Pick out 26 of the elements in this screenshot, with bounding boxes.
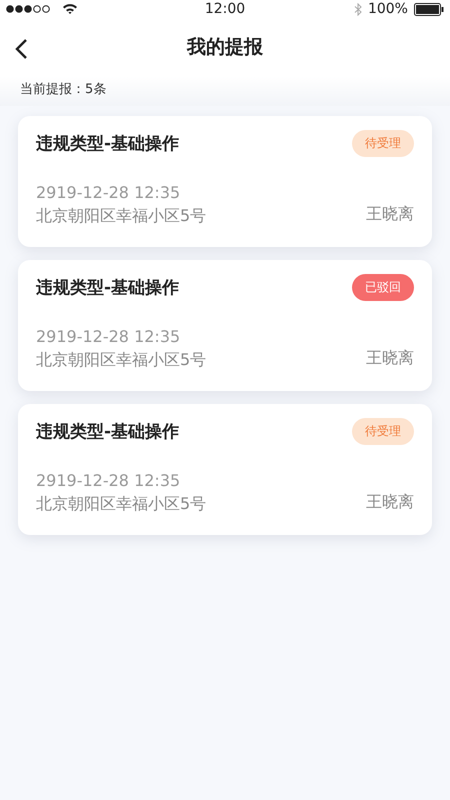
battery-percent: 100% xyxy=(368,1,408,17)
back-icon[interactable] xyxy=(14,38,28,60)
report-title: 违规类型-基础操作 xyxy=(36,277,180,299)
report-card[interactable]: 违规类型-基础操作 已驳回 2919-12-28 12:35 北京朝阳区幸福小区5号 王晓离 xyxy=(18,260,432,391)
reporter-name: 王晓离 xyxy=(366,204,414,225)
reporter-name: 王晓离 xyxy=(366,348,414,369)
report-time: 2919-12-28 12:35 xyxy=(36,471,182,490)
bluetooth-icon xyxy=(354,2,362,16)
status-badge: 待受理 xyxy=(352,418,414,445)
page-title: 我的提报 xyxy=(187,35,263,60)
report-address: 北京朝阳区幸福小区5号 xyxy=(36,494,206,515)
report-title: 违规类型-基础操作 xyxy=(36,133,180,155)
report-title: 违规类型-基础操作 xyxy=(36,421,180,443)
report-time: 2919-12-28 12:35 xyxy=(36,327,182,346)
wifi-icon xyxy=(62,3,78,15)
report-count: 当前提报：5条 xyxy=(20,82,106,97)
report-address: 北京朝阳区幸福小区5号 xyxy=(36,206,206,227)
status-badge: 待受理 xyxy=(352,130,414,157)
reporter-name: 王晓离 xyxy=(366,492,414,513)
report-card[interactable]: 违规类型-基础操作 待受理 2919-12-28 12:35 北京朝阳区幸福小区5号 王晓离 xyxy=(18,116,432,247)
battery-icon xyxy=(414,2,444,16)
status-badge: 已驳回 xyxy=(352,274,414,301)
status-time: 12:00 xyxy=(204,1,246,17)
report-card[interactable]: 违规类型-基础操作 待受理 2919-12-28 12:35 北京朝阳区幸福小区5号 王晓离 xyxy=(18,404,432,535)
report-address: 北京朝阳区幸福小区5号 xyxy=(36,350,206,371)
report-time: 2919-12-28 12:35 xyxy=(36,183,182,202)
